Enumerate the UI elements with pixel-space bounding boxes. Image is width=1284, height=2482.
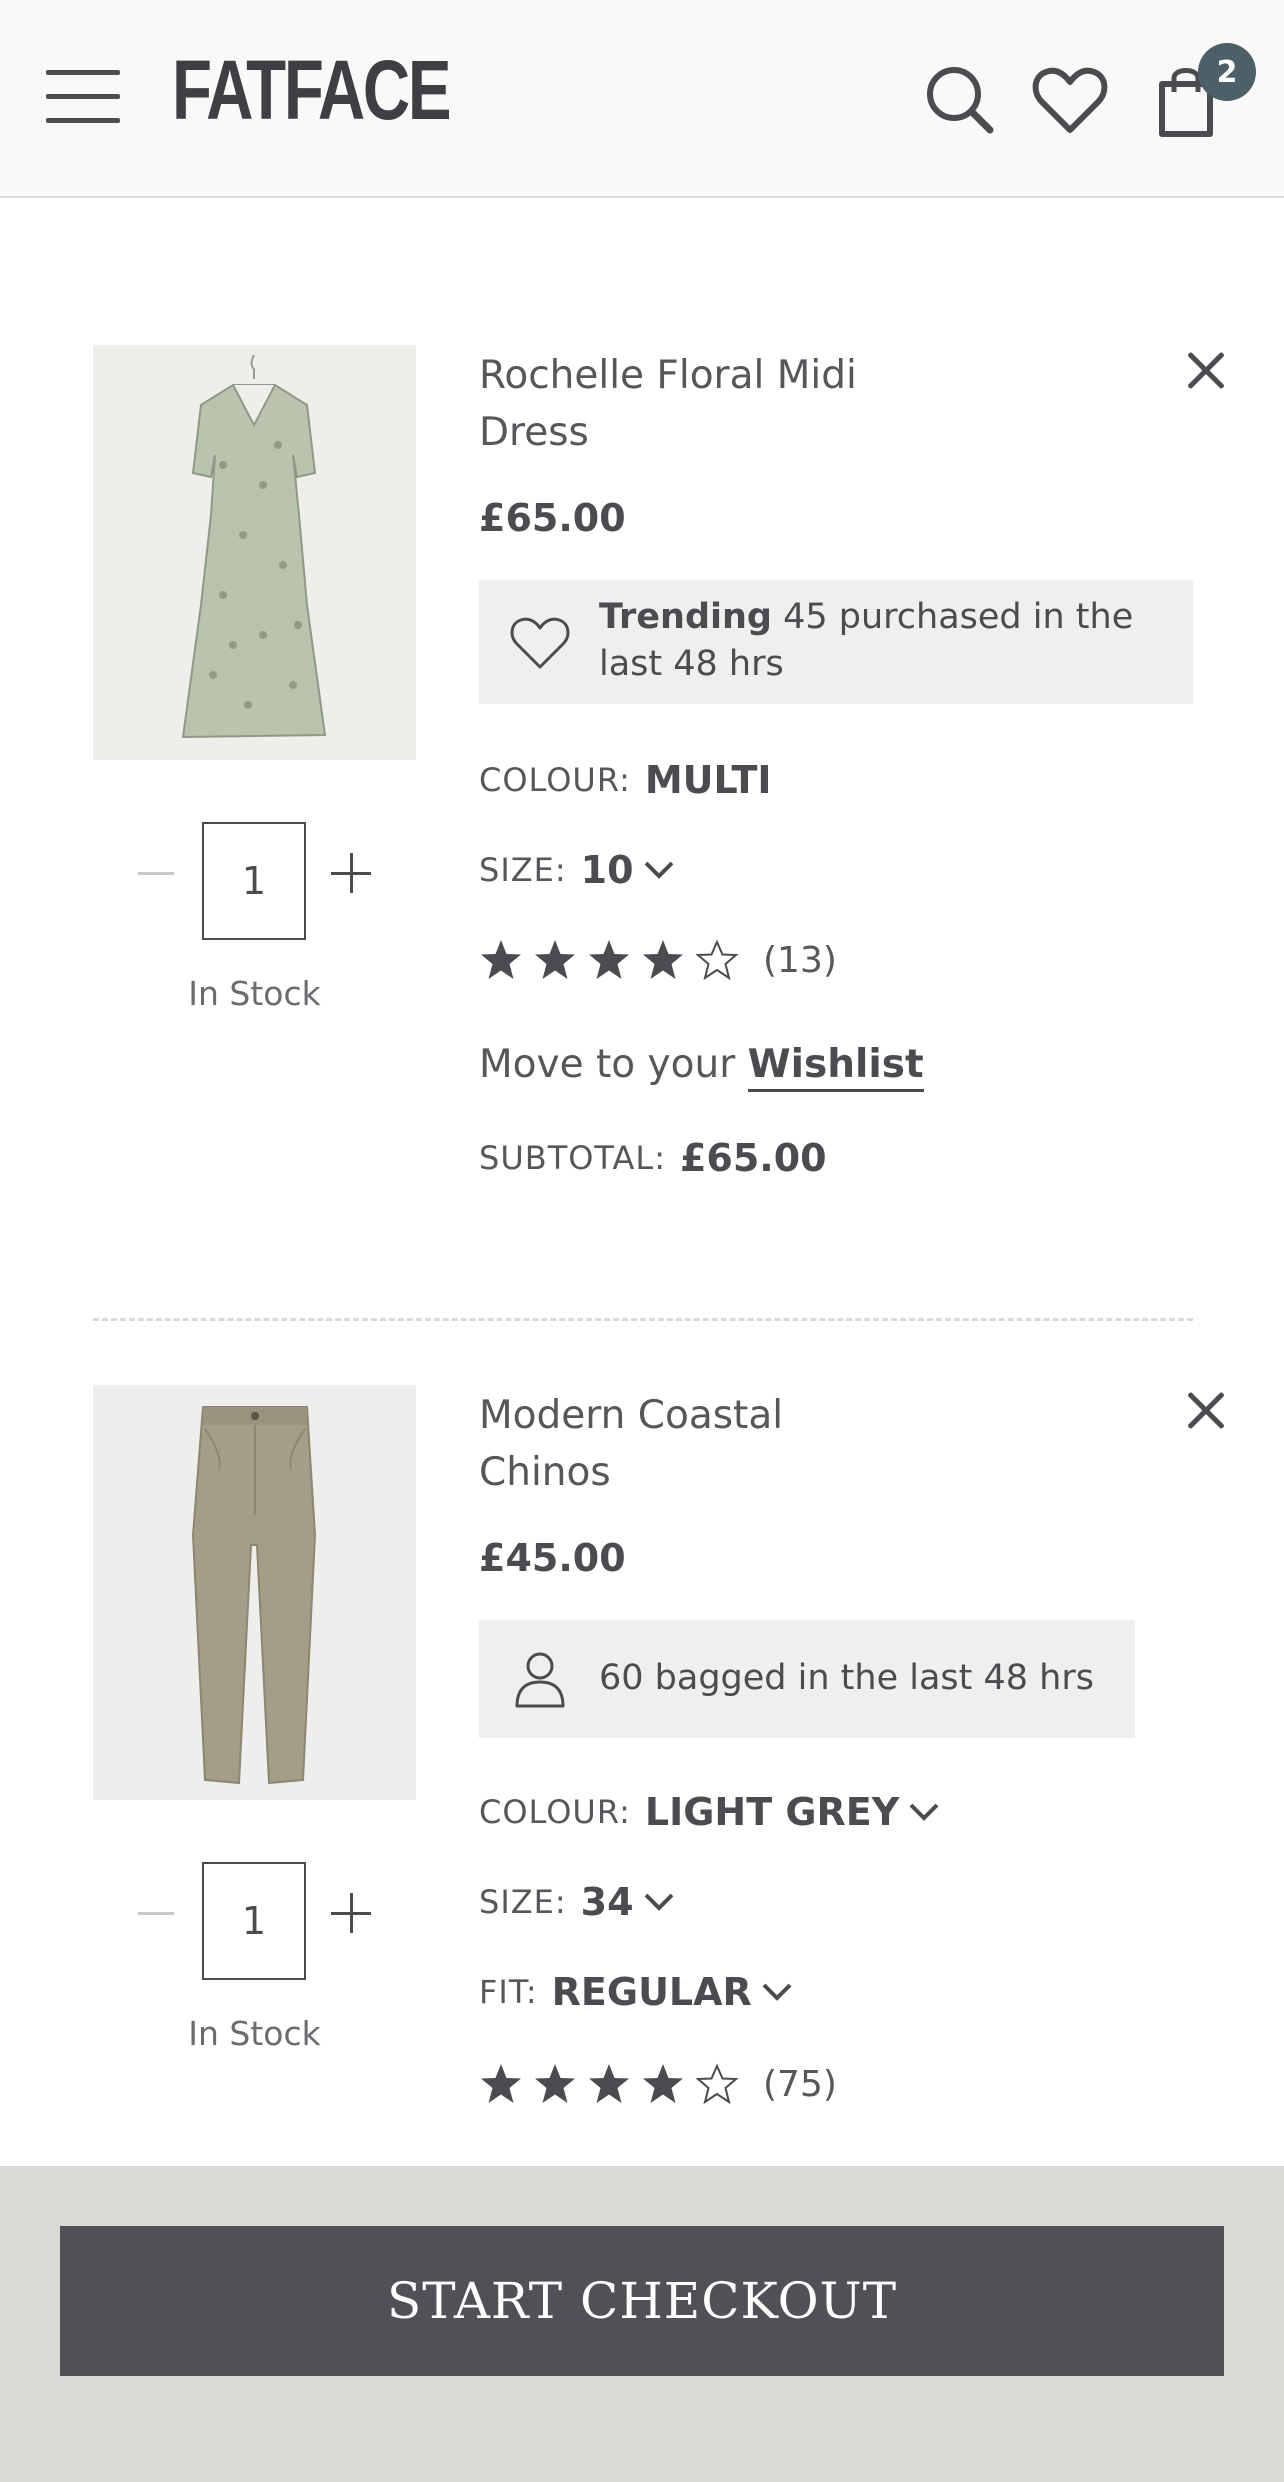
start-checkout-button[interactable]: START CHECKOUT <box>60 2226 1224 2376</box>
quantity-input[interactable]: 1 <box>202 822 306 940</box>
checkout-footer: START CHECKOUT <box>0 2166 1284 2482</box>
fit-label: FIT: <box>479 1973 538 2011</box>
colour-label: COLOUR: <box>479 1793 631 1831</box>
star-filled-icon <box>535 2064 575 2103</box>
colour-selector[interactable]: COLOUR: LIGHT GREY <box>479 1790 941 1834</box>
star-filled-icon <box>589 2064 629 2103</box>
review-count[interactable]: (75) <box>763 2064 837 2105</box>
remove-item-close-icon[interactable] <box>1186 1390 1226 1430</box>
chevron-down-icon[interactable] <box>642 859 676 881</box>
star-filled-icon <box>481 940 521 979</box>
menu-icon[interactable] <box>46 68 120 126</box>
size-label: SIZE: <box>479 1883 567 1921</box>
colour-option: COLOUR: MULTI <box>479 758 772 802</box>
colour-value: MULTI <box>644 758 772 802</box>
star-filled-icon <box>589 940 629 979</box>
fit-value[interactable]: REGULAR <box>552 1970 752 2014</box>
chevron-down-icon[interactable] <box>642 1891 676 1913</box>
trending-banner: Trending 45 purchased in the last 48 hrs <box>479 580 1193 704</box>
product-image[interactable] <box>93 345 416 760</box>
wishlist-link[interactable]: Wishlist <box>747 1042 924 1092</box>
size-selector[interactable]: SIZE: 10 <box>479 848 676 892</box>
heart-icon <box>510 617 570 669</box>
quantity-decrease-button[interactable] <box>138 872 174 875</box>
subtotal-value: £65.00 <box>679 1136 827 1180</box>
item-divider <box>93 1318 1193 1321</box>
size-label: SIZE: <box>479 851 567 889</box>
size-value[interactable]: 10 <box>581 848 634 892</box>
colour-value[interactable]: LIGHT GREY <box>645 1790 899 1834</box>
size-selector[interactable]: SIZE: 34 <box>479 1880 676 1924</box>
move-to-wishlist: Move to your Wishlist <box>479 1042 924 1092</box>
promo-message: 60 bagged in the last 48 hrs <box>599 1658 1094 1698</box>
search-icon[interactable] <box>920 60 1000 140</box>
star-empty-icon <box>695 939 739 981</box>
bagged-banner: 60 bagged in the last 48 hrs <box>479 1620 1135 1738</box>
stock-status: In Stock <box>188 2014 321 2053</box>
promo-bold: Trending <box>599 597 772 637</box>
size-value[interactable]: 34 <box>581 1880 634 1924</box>
product-price: £65.00 <box>479 496 626 540</box>
quantity-increase-button[interactable] <box>331 853 371 893</box>
review-count[interactable]: (13) <box>763 940 837 981</box>
brand-logo[interactable]: FATFACE <box>172 48 452 132</box>
chevron-down-icon[interactable] <box>760 1981 794 2003</box>
star-filled-icon <box>643 940 683 979</box>
bag-count-badge: 2 <box>1198 43 1256 101</box>
star-filled-icon <box>535 940 575 979</box>
star-rating[interactable]: (13) <box>479 938 837 982</box>
colour-label: COLOUR: <box>479 761 631 799</box>
quantity-increase-button[interactable] <box>331 1893 371 1933</box>
quantity-decrease-button[interactable] <box>138 1912 174 1915</box>
person-icon <box>515 1652 565 1708</box>
subtotal: SUBTOTAL: £65.00 <box>479 1136 827 1180</box>
star-filled-icon <box>481 2064 521 2103</box>
wishlist-prefix: Move to your <box>479 1042 736 1087</box>
subtotal-label: SUBTOTAL: <box>479 1139 666 1177</box>
product-name[interactable]: Modern Coastal Chinos <box>479 1387 899 1501</box>
remove-item-close-icon[interactable] <box>1186 350 1226 390</box>
fit-selector[interactable]: FIT: REGULAR <box>479 1970 794 2014</box>
product-name[interactable]: Rochelle Floral Midi Dress <box>479 347 899 461</box>
product-price: £45.00 <box>479 1536 626 1580</box>
wishlist-heart-icon[interactable] <box>1030 60 1110 140</box>
product-image[interactable] <box>93 1385 416 1800</box>
star-rating[interactable]: (75) <box>479 2062 837 2106</box>
quantity-input[interactable]: 1 <box>202 1862 306 1980</box>
promo-text: Trending 45 purchased in the last 48 hrs <box>599 594 1169 688</box>
stock-status: In Stock <box>188 974 321 1013</box>
star-empty-icon <box>695 2063 739 2105</box>
star-filled-icon <box>643 2064 683 2103</box>
site-header: FATFACE 2 <box>0 0 1284 198</box>
chevron-down-icon[interactable] <box>907 1801 941 1823</box>
